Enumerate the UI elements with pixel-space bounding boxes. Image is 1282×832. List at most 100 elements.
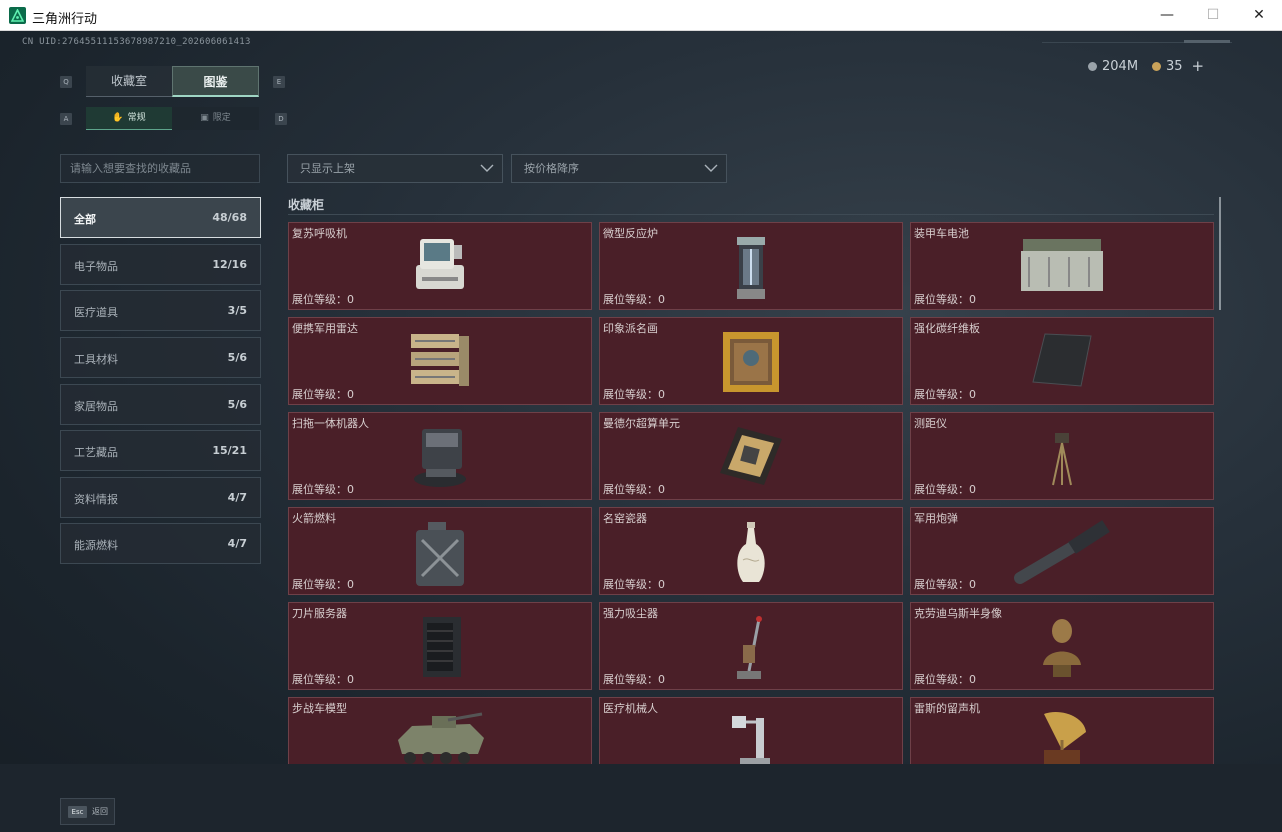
game-area: CN UID:27645511153678987210_202606061413…	[0, 31, 1282, 832]
item-name: 雷斯的留声机	[914, 702, 980, 715]
item-card[interactable]: 步战车模型 展位等级：	[288, 697, 592, 765]
item-name: 微型反应炉	[603, 227, 658, 240]
item-card[interactable]: 微型反应炉 展位等级：0	[599, 222, 903, 310]
item-card[interactable]: 火箭燃料 展位等级：0	[288, 507, 592, 595]
painting-icon	[723, 332, 779, 392]
level-value: 0	[347, 483, 354, 496]
chevron-down-icon	[704, 164, 718, 172]
section-title: 收藏柜	[288, 198, 325, 212]
level-value: 0	[347, 673, 354, 686]
item-name: 步战车模型	[292, 702, 347, 715]
item-card[interactable]: 名窑瓷器 展位等级：0	[599, 507, 903, 595]
player-uid: CN UID:27645511153678987210_202606061413	[22, 37, 251, 47]
item-name: 装甲车电池	[914, 227, 969, 240]
sort-value: 按价格降序	[524, 162, 579, 175]
tab-collection-room[interactable]: 收藏室	[86, 66, 172, 97]
category-name: 资料情报	[74, 493, 118, 506]
category-count: 4/7	[227, 537, 247, 550]
item-name: 克劳迪乌斯半身像	[914, 607, 1002, 620]
hand-icon: ✋	[112, 113, 124, 123]
app-logo-icon	[9, 7, 26, 24]
item-level: 展位等级：0	[603, 576, 665, 592]
porcelain-vase-icon	[737, 522, 765, 582]
item-card[interactable]: 克劳迪乌斯半身像 展位等级：0	[910, 602, 1214, 690]
item-level: 展位等级：0	[292, 386, 354, 402]
item-card[interactable]: 刀片服务器 展位等级：0	[288, 602, 592, 690]
back-label: 返回	[92, 807, 108, 816]
subtab-limited[interactable]: ▣ 限定	[172, 107, 259, 130]
battery-icon	[1021, 239, 1103, 291]
category-name: 医疗道具	[74, 306, 118, 319]
shelf-filter-dropdown[interactable]: 只显示上架	[287, 154, 503, 183]
category-tools[interactable]: 工具材料 5/6	[60, 337, 261, 378]
category-energy[interactable]: 能源燃料 4/7	[60, 523, 261, 564]
artillery-shell-icon	[1014, 520, 1110, 584]
item-name: 名窑瓷器	[603, 512, 647, 525]
minimize-button[interactable]: —	[1144, 0, 1190, 31]
search-input[interactable]: 请输入想要查找的收藏品	[60, 154, 260, 183]
section-divider	[288, 214, 1214, 215]
back-button[interactable]: Esc 返回	[60, 798, 115, 825]
category-intel[interactable]: 资料情报 4/7	[60, 477, 261, 518]
category-medical[interactable]: 医疗道具 3/5	[60, 290, 261, 331]
ifv-model-icon	[398, 712, 484, 764]
sort-dropdown[interactable]: 按价格降序	[511, 154, 727, 183]
item-name: 火箭燃料	[292, 512, 336, 525]
level-label: 展位等级：	[603, 483, 658, 496]
item-card[interactable]: 强力吸尘器 展位等级：0	[599, 602, 903, 690]
item-card[interactable]: 曼德尔超算单元 展位等级：0	[599, 412, 903, 500]
level-label: 展位等级：	[914, 673, 969, 686]
esc-key: Esc	[68, 806, 87, 818]
item-card[interactable]: 测距仪 展位等级：0	[910, 412, 1214, 500]
item-card[interactable]: 强化碳纤维板 展位等级：0	[910, 317, 1214, 405]
next-tab-key: E	[273, 76, 285, 88]
tab-atlas[interactable]: 图鉴	[172, 66, 259, 97]
close-window-button[interactable]: ✕	[1236, 0, 1282, 31]
subtab-normal[interactable]: ✋ 常规	[86, 107, 172, 130]
item-level: 展位等级：0	[603, 671, 665, 687]
ventilator-icon	[416, 239, 464, 289]
item-card[interactable]: 装甲车电池 展位等级：0	[910, 222, 1214, 310]
level-label: 展位等级：	[292, 388, 347, 401]
category-name: 全部	[74, 213, 96, 226]
item-level: 展位等级：0	[292, 291, 354, 307]
category-all[interactable]: 全部 48/68	[60, 197, 261, 238]
carbon-plate-icon	[1032, 333, 1092, 387]
level-value: 0	[969, 293, 976, 306]
category-count: 48/68	[212, 211, 247, 224]
item-level: 展位等级：0	[603, 481, 665, 497]
item-name: 复苏呼吸机	[292, 227, 347, 240]
item-level: 展位等级：0	[603, 386, 665, 402]
category-electronics[interactable]: 电子物品 12/16	[60, 244, 261, 285]
item-name: 医疗机械人	[603, 702, 658, 715]
maximize-button[interactable]: ☐	[1190, 0, 1236, 31]
window-titlebar: 三角洲行动 — ☐ ✕	[0, 0, 1282, 31]
item-name: 强化碳纤维板	[914, 322, 980, 335]
vacuum-cleaner-icon	[737, 616, 762, 679]
item-card[interactable]: 扫拖一体机器人 展位等级：0	[288, 412, 592, 500]
radar-icon	[411, 334, 469, 386]
category-name: 工艺藏品	[74, 446, 118, 459]
item-card[interactable]: 复苏呼吸机 展位等级：0	[288, 222, 592, 310]
item-card[interactable]: 军用炮弹 展位等级：0	[910, 507, 1214, 595]
item-card[interactable]: 便携军用雷达 展位等级：0	[288, 317, 592, 405]
item-card[interactable]: 医疗机械人 展位等级：	[599, 697, 903, 765]
add-currency-button[interactable]: +	[1192, 57, 1205, 75]
level-label: 展位等级：	[292, 293, 347, 306]
level-value: 0	[658, 293, 665, 306]
item-card[interactable]: 印象派名画 展位等级：0	[599, 317, 903, 405]
grid-scrollbar[interactable]	[1219, 197, 1221, 310]
level-value: 0	[347, 293, 354, 306]
level-label: 展位等级：	[292, 673, 347, 686]
category-household[interactable]: 家居物品 5/6	[60, 384, 261, 425]
item-card[interactable]: 雷斯的留声机 展位等级：	[910, 697, 1214, 765]
category-count: 12/16	[212, 258, 247, 271]
item-level: 展位等级：0	[292, 576, 354, 592]
silver-coin-icon	[1088, 61, 1097, 71]
gold-currency: 35 +	[1152, 57, 1204, 75]
category-crafts[interactable]: 工艺藏品 15/21	[60, 430, 261, 471]
item-name: 测距仪	[914, 417, 947, 430]
level-value: 0	[658, 673, 665, 686]
level-label: 展位等级：	[603, 388, 658, 401]
level-label: 展位等级：	[292, 578, 347, 591]
